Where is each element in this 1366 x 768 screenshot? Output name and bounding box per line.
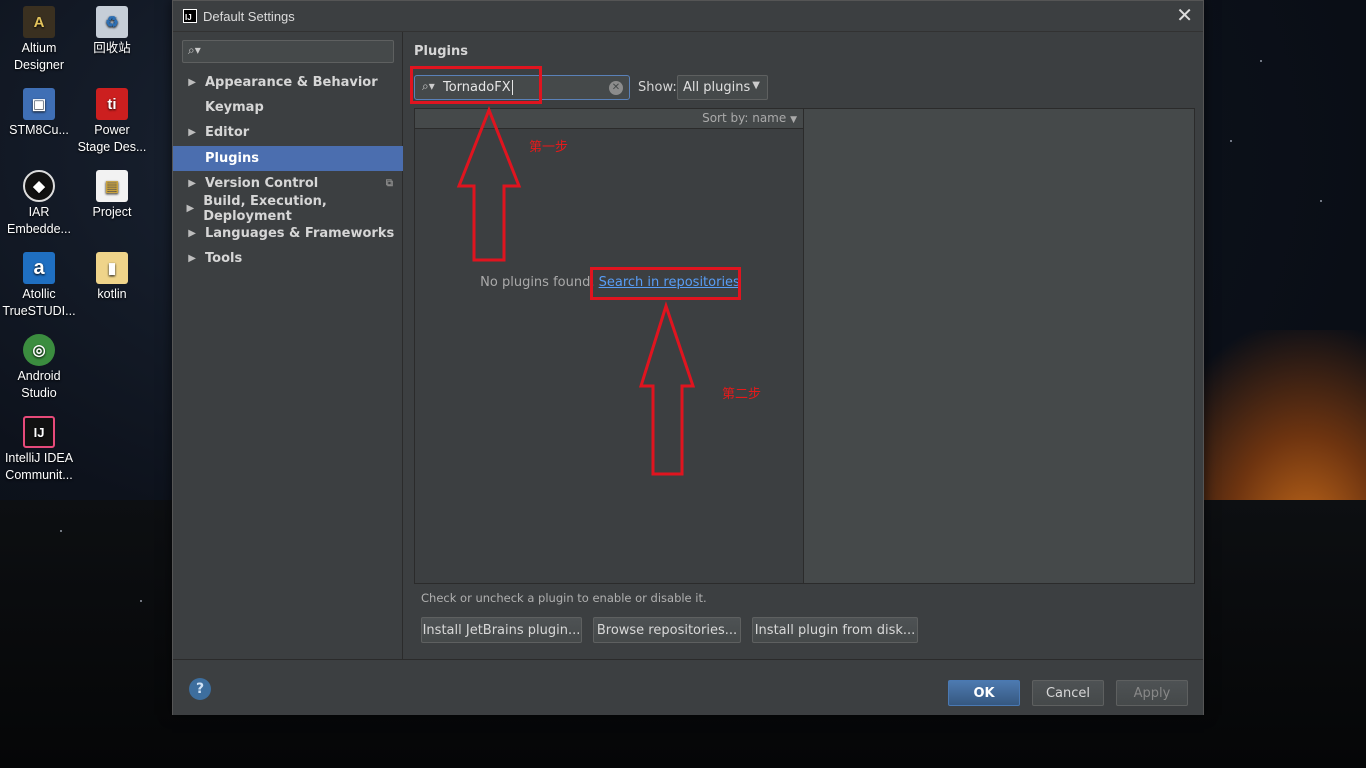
annotation-step1-label: 第一步 (529, 140, 569, 155)
arrow-up-step2 (638, 301, 696, 476)
annotation-step2-label: 第二步 (722, 387, 762, 402)
arrow-up-step1 (456, 105, 522, 262)
annotation-arrows (456, 105, 696, 476)
